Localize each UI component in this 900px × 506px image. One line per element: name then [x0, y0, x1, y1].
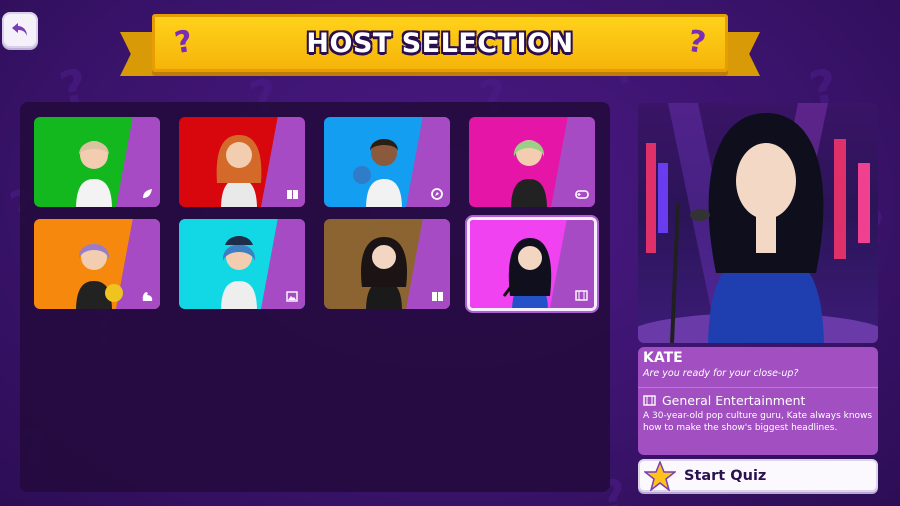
page-title: HOST SELECTION — [306, 27, 574, 59]
host-portrait — [216, 135, 262, 207]
stage-illustration — [638, 103, 878, 343]
start-quiz-label: Start Quiz — [684, 467, 767, 484]
start-quiz-button[interactable]: Start Quiz — [638, 459, 878, 492]
leaf-icon — [139, 186, 155, 202]
host-portrait — [360, 237, 408, 309]
host-card[interactable] — [179, 219, 305, 309]
question-mark-icon: ? — [684, 23, 708, 62]
gamepad-icon — [574, 186, 590, 202]
film-icon — [643, 395, 656, 406]
host-portrait — [76, 244, 123, 309]
header-banner: ? HOST SELECTION ? — [120, 14, 760, 80]
book-icon — [429, 288, 445, 304]
host-portrait — [502, 238, 552, 308]
host-card[interactable] — [324, 117, 450, 207]
host-card[interactable] — [34, 117, 160, 207]
host-description: A 30-year-old pop culture guru, Kate alw… — [643, 411, 873, 433]
banner-body: ? HOST SELECTION ? — [152, 14, 728, 72]
compass-icon — [429, 186, 445, 202]
divider — [638, 387, 878, 388]
host-grid — [20, 102, 610, 492]
host-info-panel: KATE Are you ready for your close-up? Ge… — [638, 347, 878, 455]
host-card[interactable] — [324, 219, 450, 309]
host-portrait — [76, 141, 112, 207]
muscle-icon — [139, 288, 155, 304]
back-arrow-icon — [12, 23, 27, 36]
star-icon — [644, 460, 676, 491]
book-icon — [284, 186, 300, 202]
question-mark-icon: ? — [172, 23, 196, 62]
back-button[interactable] — [2, 12, 38, 48]
host-card-selected[interactable] — [467, 217, 597, 311]
host-name: KATE — [643, 350, 683, 366]
host-card[interactable] — [469, 117, 595, 207]
host-portrait — [353, 139, 402, 207]
host-portrait — [221, 236, 257, 309]
selected-host-portrait — [638, 103, 878, 343]
category-name: General Entertainment — [662, 393, 806, 408]
host-card[interactable] — [34, 219, 160, 309]
picture-icon — [284, 288, 300, 304]
host-card[interactable] — [179, 117, 305, 207]
host-category: General Entertainment — [643, 393, 873, 408]
film-icon — [573, 287, 589, 303]
host-portrait — [511, 140, 547, 207]
host-tagline: Are you ready for your close-up? — [643, 368, 799, 379]
